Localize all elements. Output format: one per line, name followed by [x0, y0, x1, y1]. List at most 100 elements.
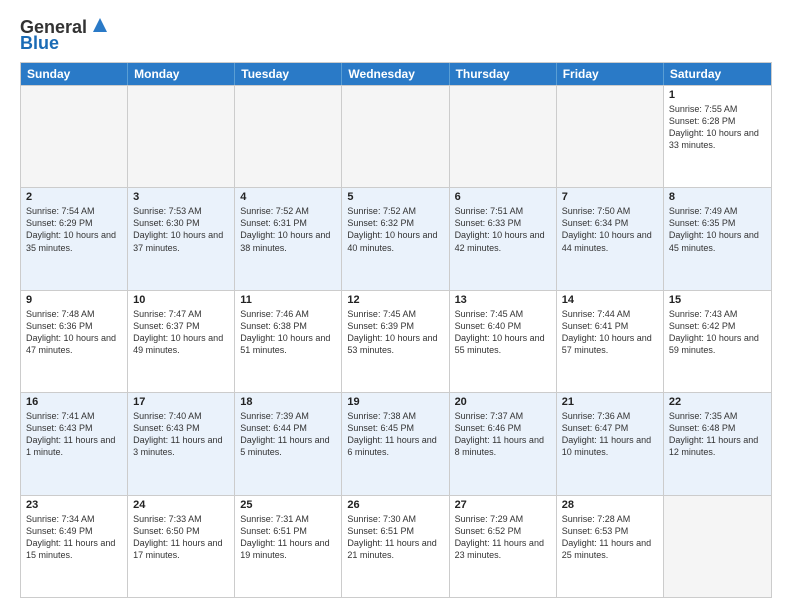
day-number: 26: [347, 499, 443, 511]
day-cell-18: 18 Sunrise: 7:39 AM Sunset: 6:44 PM Dayli…: [235, 393, 342, 494]
day-info: Sunrise: 7:34 AM Sunset: 6:49 PM Dayligh…: [26, 513, 122, 562]
calendar: SundayMondayTuesdayWednesdayThursdayFrid…: [20, 62, 772, 598]
day-header-monday: Monday: [128, 63, 235, 85]
day-cell-20: 20 Sunrise: 7:37 AM Sunset: 6:46 PM Dayli…: [450, 393, 557, 494]
day-info: Sunrise: 7:38 AM Sunset: 6:45 PM Dayligh…: [347, 410, 443, 459]
day-info: Sunrise: 7:48 AM Sunset: 6:36 PM Dayligh…: [26, 308, 122, 357]
day-cell-22: 22 Sunrise: 7:35 AM Sunset: 6:48 PM Dayli…: [664, 393, 771, 494]
day-info: Sunrise: 7:29 AM Sunset: 6:52 PM Dayligh…: [455, 513, 551, 562]
day-cell-2: 2 Sunrise: 7:54 AM Sunset: 6:29 PM Daylig…: [21, 188, 128, 289]
day-cell-3: 3Sunrise: 7:53 AM Sunset: 6:30 PM Daylig…: [128, 188, 235, 289]
day-header-tuesday: Tuesday: [235, 63, 342, 85]
day-info: Sunrise: 7:44 AM Sunset: 6:41 PM Dayligh…: [562, 308, 658, 357]
empty-cell: [450, 86, 557, 187]
day-header-sunday: Sunday: [21, 63, 128, 85]
day-cell-8: 8 Sunrise: 7:49 AM Sunset: 6:35 PM Daylig…: [664, 188, 771, 289]
day-cell-13: 13 Sunrise: 7:45 AM Sunset: 6:40 PM Dayli…: [450, 291, 557, 392]
page: General Blue SundayMondayTuesdayWednesda…: [0, 0, 792, 612]
day-info: Sunrise: 7:30 AM Sunset: 6:51 PM Dayligh…: [347, 513, 443, 562]
day-cell-19: 19Sunrise: 7:38 AM Sunset: 6:45 PM Dayli…: [342, 393, 449, 494]
day-cell-11: 11Sunrise: 7:46 AM Sunset: 6:38 PM Dayli…: [235, 291, 342, 392]
empty-cell: [664, 496, 771, 597]
day-cell-25: 25 Sunrise: 7:31 AM Sunset: 6:51 PM Dayli…: [235, 496, 342, 597]
day-number: 24: [133, 499, 229, 511]
day-cell-17: 17 Sunrise: 7:40 AM Sunset: 6:43 PM Dayli…: [128, 393, 235, 494]
day-info: Sunrise: 7:55 AM Sunset: 6:28 PM Dayligh…: [669, 103, 766, 152]
day-cell-7: 7 Sunrise: 7:50 AM Sunset: 6:34 PM Daylig…: [557, 188, 664, 289]
day-cell-1: 1 Sunrise: 7:55 AM Sunset: 6:28 PM Daylig…: [664, 86, 771, 187]
calendar-header: SundayMondayTuesdayWednesdayThursdayFrid…: [21, 63, 771, 85]
day-number: 2: [26, 191, 122, 203]
day-number: 8: [669, 191, 766, 203]
day-number: 9: [26, 294, 122, 306]
day-number: 6: [455, 191, 551, 203]
day-number: 28: [562, 499, 658, 511]
day-number: 27: [455, 499, 551, 511]
day-info: Sunrise: 7:35 AM Sunset: 6:48 PM Dayligh…: [669, 410, 766, 459]
day-cell-16: 16 Sunrise: 7:41 AM Sunset: 6:43 PM Dayli…: [21, 393, 128, 494]
day-number: 14: [562, 294, 658, 306]
day-cell-4: 4Sunrise: 7:52 AM Sunset: 6:31 PM Daylig…: [235, 188, 342, 289]
day-cell-9: 9 Sunrise: 7:48 AM Sunset: 6:36 PM Daylig…: [21, 291, 128, 392]
day-number: 12: [347, 294, 443, 306]
day-info: Sunrise: 7:52 AM Sunset: 6:32 PM Dayligh…: [347, 205, 443, 254]
calendar-row-4: 23 Sunrise: 7:34 AM Sunset: 6:49 PM Dayli…: [21, 495, 771, 597]
day-number: 13: [455, 294, 551, 306]
calendar-row-0: 1 Sunrise: 7:55 AM Sunset: 6:28 PM Daylig…: [21, 85, 771, 187]
day-number: 16: [26, 396, 122, 408]
day-number: 21: [562, 396, 658, 408]
empty-cell: [128, 86, 235, 187]
day-number: 7: [562, 191, 658, 203]
day-cell-12: 12 Sunrise: 7:45 AM Sunset: 6:39 PM Dayli…: [342, 291, 449, 392]
day-info: Sunrise: 7:41 AM Sunset: 6:43 PM Dayligh…: [26, 410, 122, 459]
day-cell-10: 10 Sunrise: 7:47 AM Sunset: 6:37 PM Dayli…: [128, 291, 235, 392]
day-number: 17: [133, 396, 229, 408]
day-info: Sunrise: 7:40 AM Sunset: 6:43 PM Dayligh…: [133, 410, 229, 459]
logo-icon: [89, 14, 111, 36]
day-info: Sunrise: 7:51 AM Sunset: 6:33 PM Dayligh…: [455, 205, 551, 254]
day-info: Sunrise: 7:47 AM Sunset: 6:37 PM Dayligh…: [133, 308, 229, 357]
day-info: Sunrise: 7:50 AM Sunset: 6:34 PM Dayligh…: [562, 205, 658, 254]
day-cell-21: 21 Sunrise: 7:36 AM Sunset: 6:47 PM Dayli…: [557, 393, 664, 494]
day-number: 18: [240, 396, 336, 408]
day-info: Sunrise: 7:37 AM Sunset: 6:46 PM Dayligh…: [455, 410, 551, 459]
day-info: Sunrise: 7:53 AM Sunset: 6:30 PM Dayligh…: [133, 205, 229, 254]
day-cell-24: 24 Sunrise: 7:33 AM Sunset: 6:50 PM Dayli…: [128, 496, 235, 597]
day-info: Sunrise: 7:52 AM Sunset: 6:31 PM Dayligh…: [240, 205, 336, 254]
day-info: Sunrise: 7:45 AM Sunset: 6:40 PM Dayligh…: [455, 308, 551, 357]
day-number: 25: [240, 499, 336, 511]
logo: General Blue: [20, 18, 111, 54]
day-info: Sunrise: 7:36 AM Sunset: 6:47 PM Dayligh…: [562, 410, 658, 459]
header: General Blue: [20, 18, 772, 54]
empty-cell: [557, 86, 664, 187]
empty-cell: [235, 86, 342, 187]
calendar-row-2: 9 Sunrise: 7:48 AM Sunset: 6:36 PM Daylig…: [21, 290, 771, 392]
day-cell-28: 28Sunrise: 7:28 AM Sunset: 6:53 PM Dayli…: [557, 496, 664, 597]
day-cell-5: 5 Sunrise: 7:52 AM Sunset: 6:32 PM Daylig…: [342, 188, 449, 289]
day-number: 10: [133, 294, 229, 306]
day-info: Sunrise: 7:33 AM Sunset: 6:50 PM Dayligh…: [133, 513, 229, 562]
day-number: 11: [240, 294, 336, 306]
day-cell-27: 27 Sunrise: 7:29 AM Sunset: 6:52 PM Dayli…: [450, 496, 557, 597]
day-number: 5: [347, 191, 443, 203]
day-number: 23: [26, 499, 122, 511]
day-info: Sunrise: 7:54 AM Sunset: 6:29 PM Dayligh…: [26, 205, 122, 254]
day-cell-26: 26 Sunrise: 7:30 AM Sunset: 6:51 PM Dayli…: [342, 496, 449, 597]
day-cell-15: 15Sunrise: 7:43 AM Sunset: 6:42 PM Dayli…: [664, 291, 771, 392]
day-header-friday: Friday: [557, 63, 664, 85]
day-number: 22: [669, 396, 766, 408]
day-info: Sunrise: 7:39 AM Sunset: 6:44 PM Dayligh…: [240, 410, 336, 459]
day-number: 1: [669, 89, 766, 101]
day-cell-23: 23 Sunrise: 7:34 AM Sunset: 6:49 PM Dayli…: [21, 496, 128, 597]
day-header-wednesday: Wednesday: [342, 63, 449, 85]
empty-cell: [21, 86, 128, 187]
calendar-body: 1 Sunrise: 7:55 AM Sunset: 6:28 PM Daylig…: [21, 85, 771, 597]
day-header-thursday: Thursday: [450, 63, 557, 85]
day-number: 15: [669, 294, 766, 306]
day-header-saturday: Saturday: [664, 63, 771, 85]
day-info: Sunrise: 7:45 AM Sunset: 6:39 PM Dayligh…: [347, 308, 443, 357]
day-info: Sunrise: 7:31 AM Sunset: 6:51 PM Dayligh…: [240, 513, 336, 562]
empty-cell: [342, 86, 449, 187]
day-info: Sunrise: 7:49 AM Sunset: 6:35 PM Dayligh…: [669, 205, 766, 254]
day-number: 20: [455, 396, 551, 408]
